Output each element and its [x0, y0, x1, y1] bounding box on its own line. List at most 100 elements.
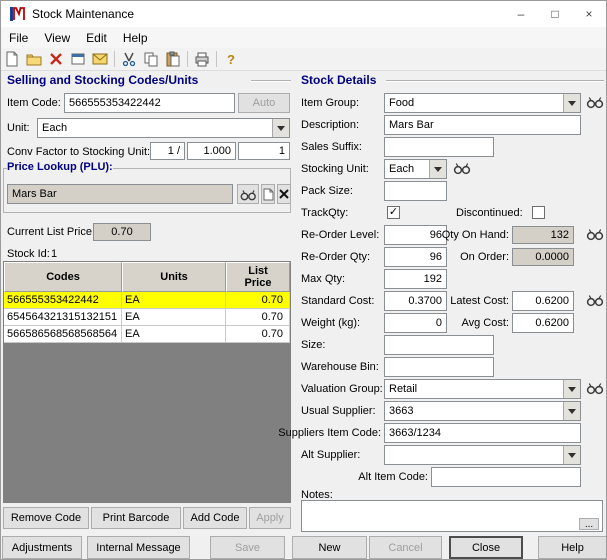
avg-cost-input[interactable]	[512, 313, 574, 333]
new-button-bottom[interactable]: New	[292, 536, 367, 559]
add-code-button[interactable]: Add Code	[183, 507, 247, 529]
stocking-unit-value: Each	[389, 163, 415, 175]
plu-group-title: Price Lookup (PLU):	[7, 161, 113, 173]
auto-button[interactable]: Auto	[238, 93, 290, 113]
menu-help[interactable]: Help	[115, 29, 156, 47]
cell-price[interactable]: 0.70	[226, 326, 290, 343]
menu-file[interactable]: File	[1, 29, 36, 47]
cell-price[interactable]: 0.70	[226, 309, 290, 326]
close-button[interactable]: Close	[449, 536, 523, 559]
cut-button[interactable]	[118, 49, 140, 69]
size-input[interactable]	[384, 335, 494, 355]
max-qty-input[interactable]	[384, 269, 447, 289]
latest-cost-lookup-button[interactable]	[586, 293, 606, 309]
conv-factor-2-input[interactable]	[187, 142, 236, 160]
current-list-price-field: 0.70	[93, 223, 151, 241]
alt-supplier-label: Alt Supplier:	[301, 449, 361, 461]
valuation-group-lookup-button[interactable]	[586, 381, 606, 397]
notes-more-button[interactable]: ...	[579, 518, 599, 530]
sales-suffix-input[interactable]	[384, 137, 494, 157]
latest-cost-input[interactable]	[512, 291, 574, 311]
plu-value-field: Mars Bar	[7, 184, 233, 204]
conv-factor-label: Conv Factor to Stocking Unit:	[7, 146, 151, 158]
toolbar-separator	[216, 51, 217, 67]
chevron-down-icon[interactable]	[563, 446, 580, 464]
minimize-icon[interactable]: –	[504, 1, 538, 27]
item-code-input[interactable]	[64, 93, 235, 113]
cell-price[interactable]: 0.70	[226, 292, 290, 309]
plu-find-button[interactable]	[237, 184, 259, 204]
delete-button[interactable]	[45, 49, 67, 69]
alt-supplier-combobox[interactable]	[384, 445, 581, 465]
chevron-down-icon[interactable]	[429, 160, 446, 178]
codes-grid-header: Codes Units List Price	[4, 262, 290, 292]
binoculars-icon	[586, 97, 604, 109]
paste-button[interactable]	[162, 49, 184, 69]
pack-size-input[interactable]	[384, 181, 447, 201]
cell-unit[interactable]: EA	[122, 309, 226, 326]
discontinued-checkbox[interactable]	[532, 206, 545, 219]
cell-unit[interactable]: EA	[122, 292, 226, 309]
binoculars-icon	[586, 383, 604, 395]
conv-factor-3-input[interactable]	[238, 142, 290, 160]
menu-view[interactable]: View	[36, 29, 78, 47]
stocking-unit-lookup-button[interactable]	[453, 161, 473, 177]
new-button[interactable]	[1, 49, 23, 69]
table-row[interactable]: 566586568568568564 EA 0.70	[4, 326, 290, 343]
apply-button[interactable]: Apply	[249, 507, 291, 529]
warehouse-bin-input[interactable]	[384, 357, 494, 377]
usual-supplier-label: Usual Supplier:	[301, 405, 376, 417]
plu-new-button[interactable]	[261, 184, 275, 204]
stocking-unit-combobox[interactable]: Each	[384, 159, 447, 179]
standard-cost-input[interactable]	[384, 291, 447, 311]
reorder-level-input[interactable]	[384, 225, 447, 245]
help-button-bottom[interactable]: Help	[538, 536, 606, 559]
unit-combobox[interactable]: Each	[37, 118, 290, 138]
open-button[interactable]	[23, 49, 45, 69]
table-row[interactable]: 654564321315132151 EA 0.70	[4, 309, 290, 326]
plu-clear-button[interactable]	[277, 184, 291, 204]
column-header-list-price[interactable]: List Price	[226, 262, 290, 292]
maximize-icon[interactable]: □	[538, 1, 572, 27]
weight-input[interactable]	[384, 313, 447, 333]
track-qty-checkbox[interactable]: ✓	[387, 206, 400, 219]
notes-textarea[interactable]	[301, 500, 603, 532]
cell-unit[interactable]: EA	[122, 326, 226, 343]
reorder-qty-input[interactable]	[384, 247, 447, 267]
chevron-down-icon[interactable]	[563, 380, 580, 398]
column-header-units[interactable]: Units	[122, 262, 226, 292]
item-group-lookup-button[interactable]	[586, 95, 606, 111]
close-icon[interactable]: ×	[572, 1, 606, 27]
print-barcode-button[interactable]: Print Barcode	[91, 507, 181, 529]
item-group-combobox[interactable]: Food	[384, 93, 581, 113]
column-header-codes[interactable]: Codes	[4, 262, 122, 292]
size-label: Size:	[301, 339, 326, 351]
cancel-button[interactable]: Cancel	[369, 536, 442, 559]
suppliers-item-code-input[interactable]	[384, 423, 581, 443]
usual-supplier-combobox[interactable]: 3663	[384, 401, 581, 421]
page-icon	[263, 188, 273, 200]
description-label: Description:	[301, 119, 360, 131]
cell-code[interactable]: 654564321315132151	[4, 309, 122, 326]
conv-factor-1-input[interactable]	[150, 142, 185, 160]
adjustments-button[interactable]: Adjustments	[2, 536, 82, 559]
help-button[interactable]: ?	[220, 49, 242, 69]
table-row[interactable]: 566555353422442 EA 0.70	[4, 292, 290, 309]
form-button[interactable]	[67, 49, 89, 69]
chevron-down-icon[interactable]	[563, 402, 580, 420]
mail-button[interactable]	[89, 49, 111, 69]
save-button[interactable]: Save	[210, 536, 285, 559]
internal-message-button[interactable]: Internal Message	[87, 536, 190, 559]
cell-code[interactable]: 566586568568568564	[4, 326, 122, 343]
print-button[interactable]	[191, 49, 213, 69]
description-input[interactable]	[384, 115, 581, 135]
cell-code[interactable]: 566555353422442	[4, 292, 122, 309]
alt-item-code-input[interactable]	[431, 467, 581, 487]
qty-on-hand-lookup-button[interactable]	[586, 227, 606, 243]
valuation-group-combobox[interactable]: Retail	[384, 379, 581, 399]
remove-code-button[interactable]: Remove Code	[3, 507, 89, 529]
chevron-down-icon[interactable]	[272, 119, 289, 137]
chevron-down-icon[interactable]	[563, 94, 580, 112]
menu-edit[interactable]: Edit	[78, 29, 115, 47]
copy-button[interactable]	[140, 49, 162, 69]
